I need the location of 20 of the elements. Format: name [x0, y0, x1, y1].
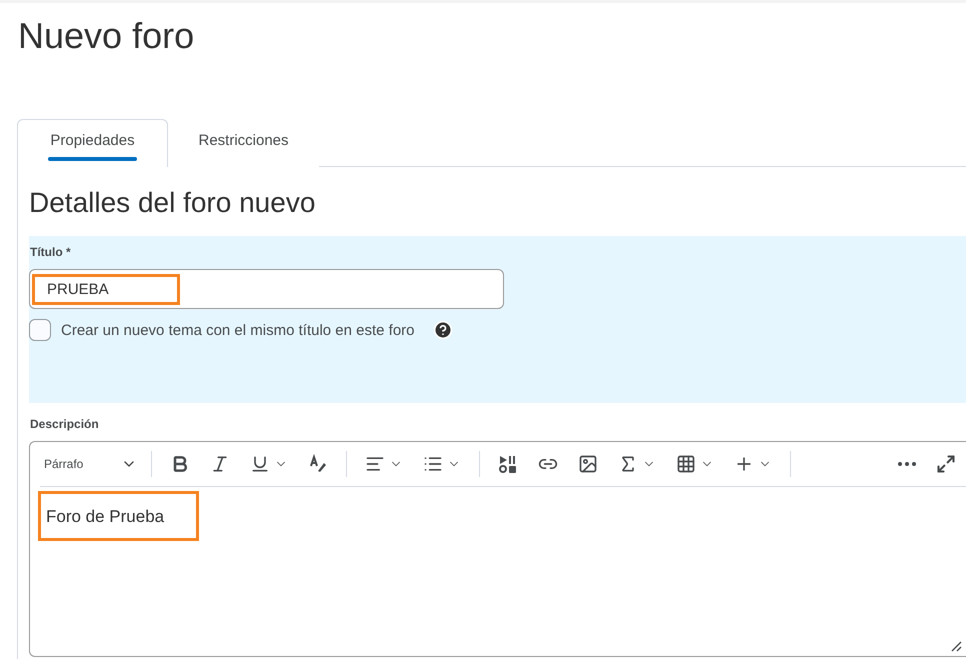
editor-text: Foro de Prueba: [38, 491, 200, 541]
image-icon: [578, 454, 598, 474]
checkbox[interactable]: [29, 319, 51, 341]
checkbox-label: Crear un nuevo tema con el mismo título en este foro: [61, 322, 415, 338]
table-icon: [676, 454, 696, 474]
help-icon[interactable]: [432, 320, 453, 340]
page-title: Nuevo foro: [17, 15, 196, 58]
section-heading: Detalles del foro nuevo: [29, 187, 316, 219]
format-dropdown[interactable]: Párrafo: [44, 456, 144, 472]
underline-icon: [250, 454, 270, 474]
tab[interactable]: Propiedades: [17, 119, 168, 167]
more-icon: [898, 462, 916, 466]
title-input[interactable]: PRUEBA: [29, 269, 504, 309]
description-editor[interactable]: Párrafo Foro de Prueba: [29, 441, 966, 657]
field-label: Descripción: [30, 417, 100, 431]
fullscreen-icon: [936, 454, 956, 474]
media-icon: [498, 454, 518, 474]
resize-handle-icon[interactable]: [950, 640, 962, 652]
format-painter-icon: [308, 454, 328, 474]
field-label: Título *: [30, 245, 72, 259]
